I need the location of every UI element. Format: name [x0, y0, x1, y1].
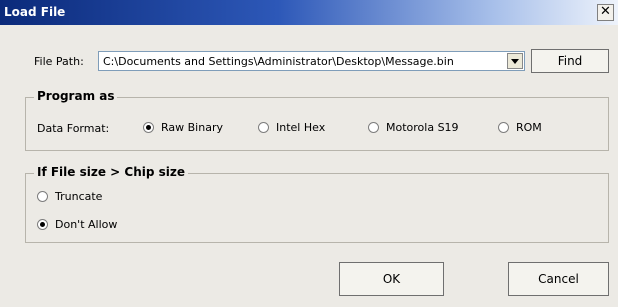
radio-button-icon[interactable] [258, 122, 269, 133]
load-file-dialog: Load File ✕ File Path: C:\Documents and … [0, 0, 618, 307]
radio-button-icon[interactable] [37, 219, 48, 230]
program-as-legend: Program as [34, 89, 118, 103]
radio-intel-hex[interactable]: Intel Hex [258, 121, 325, 134]
radio-dont-allow[interactable]: Don't Allow [37, 218, 117, 231]
radio-truncate[interactable]: Truncate [37, 190, 102, 203]
radio-button-icon[interactable] [368, 122, 379, 133]
dialog-title: Load File [4, 5, 66, 19]
file-path-value: C:\Documents and Settings\Administrator\… [103, 55, 454, 68]
radio-button-icon[interactable] [498, 122, 509, 133]
close-icon[interactable]: ✕ [597, 4, 614, 21]
radio-button-icon[interactable] [37, 191, 48, 202]
find-button[interactable]: Find [531, 49, 609, 73]
radio-raw-binary[interactable]: Raw Binary [143, 121, 223, 134]
file-size-legend: If File size > Chip size [34, 165, 189, 179]
radio-button-icon[interactable] [143, 122, 154, 133]
file-path-combobox[interactable]: C:\Documents and Settings\Administrator\… [98, 51, 525, 71]
file-path-label: File Path: [34, 55, 84, 68]
cancel-button[interactable]: Cancel [508, 262, 609, 296]
chevron-down-icon[interactable] [507, 53, 523, 69]
file-size-group [25, 173, 609, 243]
title-bar[interactable]: Load File ✕ [0, 0, 618, 25]
radio-rom[interactable]: ROM [498, 121, 542, 134]
ok-button[interactable]: OK [339, 262, 444, 296]
radio-motorola-s19[interactable]: Motorola S19 [368, 121, 459, 134]
data-format-label: Data Format: [37, 122, 110, 135]
